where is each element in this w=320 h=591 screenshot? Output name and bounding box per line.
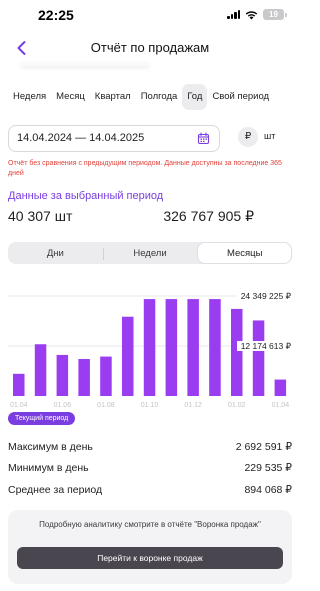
- chart-x-tick-label: 01.02: [228, 402, 246, 409]
- funnel-promo-card: Подробную аналитику смотрите в отчёте "В…: [8, 510, 292, 584]
- chart-bar[interactable]: [165, 299, 178, 396]
- chart-x-tick-label: 01.10: [141, 402, 159, 409]
- chart-bar[interactable]: [34, 344, 47, 396]
- chart-x-tick-label: 01.04: [272, 402, 290, 409]
- header-edge: [20, 62, 150, 66]
- period-tabs: Неделя Месяц Квартал Полгода Год Свой период: [8, 82, 274, 112]
- total-quantity: 40 307 шт: [8, 208, 73, 224]
- cellular-signal-icon: [227, 10, 240, 19]
- calendar-icon[interactable]: [197, 132, 210, 150]
- granularity-segmented-control: Дни Недели Месяцы: [8, 242, 292, 264]
- chart-bar[interactable]: [209, 299, 221, 396]
- stat-label: Максимум в день: [8, 441, 93, 453]
- status-time: 22:25: [38, 7, 74, 23]
- chart-bar[interactable]: [187, 299, 199, 396]
- currency-toggle-button[interactable]: ₽: [238, 127, 258, 147]
- warning-text: Отчёт без сравнения с предыдущим периодо…: [8, 160, 282, 177]
- sales-bar-chart: 24 349 225 ₽ 12 174 613 ₽ 01.04 01.06 01.08 0…: [8, 291, 292, 409]
- granularity-tab[interactable]: Недели: [102, 243, 197, 263]
- chart-bar[interactable]: [56, 354, 69, 396]
- section-title: Данные за выбранный период: [8, 190, 164, 202]
- chart-x-tick-label: 01.08: [97, 402, 115, 409]
- chart-bar[interactable]: [13, 373, 25, 396]
- current-period-badge[interactable]: Текущий период: [8, 412, 76, 425]
- chart-bar[interactable]: [143, 299, 156, 396]
- stat-value: 229 535 ₽: [244, 462, 292, 474]
- stat-row-average: Среднее за период 894 068 ₽: [8, 484, 292, 498]
- stat-value: 894 068 ₽: [244, 484, 292, 496]
- period-tab[interactable]: Полгода: [136, 84, 183, 110]
- date-range-field[interactable]: 14.04.2024 — 14.04.2025: [8, 125, 220, 152]
- period-tab[interactable]: Год: [182, 84, 208, 110]
- chart-x-tick-label: 01.04: [10, 402, 28, 409]
- chart-y-label: 24 349 225 ₽: [241, 291, 292, 301]
- granularity-tab[interactable]: Месяцы: [198, 243, 292, 263]
- period-tab[interactable]: Неделя: [8, 84, 51, 110]
- period-tab[interactable]: Свой период: [207, 84, 274, 110]
- header: Отчёт по продажам: [0, 30, 300, 66]
- stat-label: Минимум в день: [8, 462, 89, 474]
- unit-toggle-label[interactable]: шт: [264, 131, 275, 141]
- chart-x-tick-label: 01.12: [184, 402, 202, 409]
- battery-icon: 19: [263, 9, 287, 20]
- chart-bar[interactable]: [231, 308, 243, 396]
- go-to-funnel-button[interactable]: Перейти к воронке продаж: [17, 547, 283, 569]
- stat-row-min: Минимум в день 229 535 ₽: [8, 462, 292, 476]
- chart-bar[interactable]: [78, 359, 90, 396]
- status-icons: 19: [227, 9, 287, 20]
- chart-bar[interactable]: [274, 379, 287, 396]
- promo-text: Подробную аналитику смотрите в отчёте "В…: [39, 520, 261, 529]
- granularity-tab[interactable]: Дни: [9, 243, 102, 263]
- total-amount: 326 767 905 ₽: [163, 208, 254, 224]
- period-tab[interactable]: Квартал: [90, 84, 136, 110]
- stat-label: Среднее за период: [8, 484, 103, 496]
- chart-bar[interactable]: [122, 316, 134, 396]
- stat-row-max: Максимум в день 2 692 591 ₽: [8, 441, 292, 455]
- status-bar: 22:25 19: [0, 0, 300, 30]
- chart-bar[interactable]: [252, 320, 265, 396]
- chart-y-label: 12 174 613 ₽: [241, 341, 292, 351]
- date-range-value: 14.04.2024 — 14.04.2025: [17, 132, 145, 144]
- stat-value: 2 692 591 ₽: [235, 441, 292, 453]
- wifi-icon: [245, 10, 258, 20]
- period-tab[interactable]: Месяц: [51, 84, 90, 110]
- chart-x-tick-label: 01.06: [54, 402, 72, 409]
- page-title: Отчёт по продажам: [90, 40, 210, 55]
- chart-bar[interactable]: [100, 356, 112, 396]
